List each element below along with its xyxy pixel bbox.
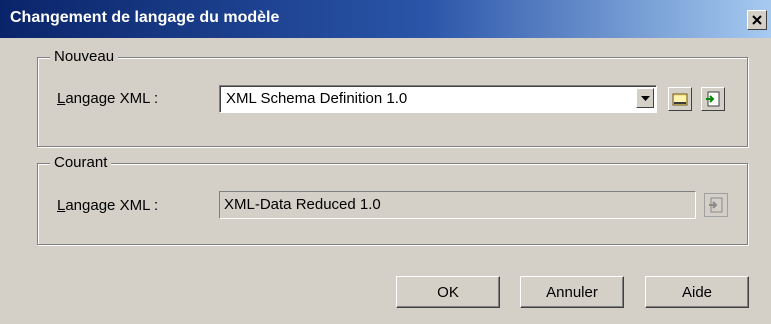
close-icon (752, 15, 762, 25)
current-language-field: XML-Data Reduced 1.0 (219, 191, 696, 219)
dropdown-arrow-button[interactable] (636, 88, 654, 108)
new-language-select[interactable]: XML Schema Definition 1.0 (219, 85, 657, 113)
window-title: Changement de langage du modèle (10, 9, 280, 26)
new-group-legend: Nouveau (50, 48, 119, 66)
properties-icon (706, 91, 720, 107)
current-group-legend: Courant (50, 154, 112, 172)
current-language-label: Langage XML : (57, 197, 159, 214)
help-button[interactable]: Aide (645, 276, 749, 308)
ok-button[interactable]: OK (396, 276, 500, 308)
cancel-button[interactable]: Annuler (520, 276, 624, 308)
folder-icon (672, 93, 688, 106)
change-language-dialog: Changement de langage du modèle Nouveau … (0, 0, 771, 324)
dropdown-arrow-icon (640, 95, 650, 101)
title-bar[interactable]: Changement de langage du modèle (0, 0, 771, 38)
new-language-select-value: XML Schema Definition 1.0 (226, 90, 408, 107)
new-language-properties-button[interactable] (701, 87, 725, 111)
properties-icon (709, 197, 723, 213)
current-language-properties-button[interactable] (704, 193, 728, 217)
new-language-label: Langage XML : (57, 90, 159, 107)
current-language-value: XML-Data Reduced 1.0 (224, 196, 381, 213)
browse-folder-button[interactable] (668, 87, 692, 111)
close-button[interactable] (747, 10, 767, 30)
